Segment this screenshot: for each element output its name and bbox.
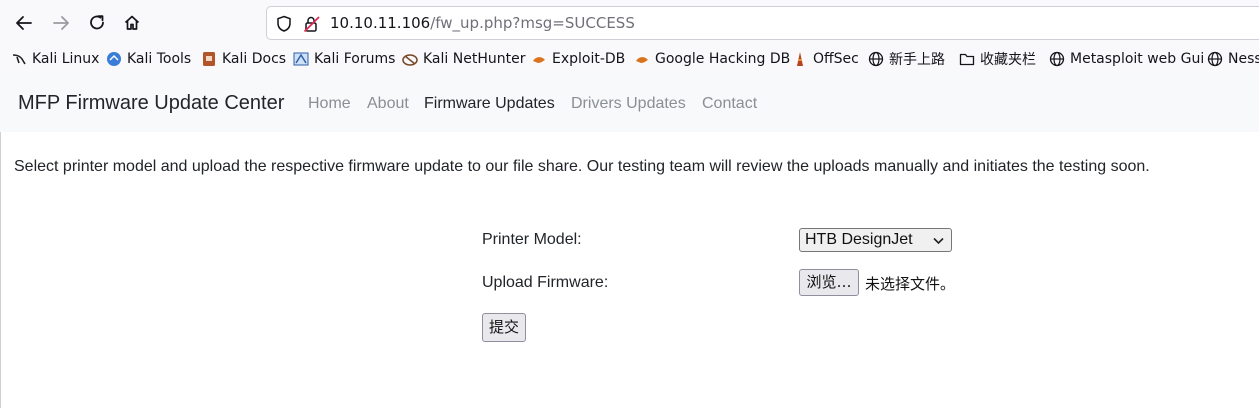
printer-model-label: Printer Model: <box>482 231 582 248</box>
nav-link-home[interactable]: Home <box>308 95 351 113</box>
nav-link-contact[interactable]: Contact <box>702 95 757 113</box>
bookmark-label: Google Hacking DB <box>655 51 791 67</box>
home-button[interactable] <box>118 9 146 37</box>
bookmark-label: OffSec <box>813 51 859 67</box>
bookmark-ness[interactable]: Ness <box>1207 50 1259 68</box>
url-text[interactable]: 10.10.11.106/fw_up.php?msg=SUCCESS <box>330 14 635 32</box>
bookmark-label: Metasploit web Gui <box>1070 51 1205 67</box>
globe-icon <box>1207 51 1223 67</box>
nav-link-drivers-updates[interactable]: Drivers Updates <box>571 95 686 113</box>
url-host: 10.10.11.106 <box>330 14 431 32</box>
bookmark-label: Exploit-DB <box>552 51 626 67</box>
back-button[interactable] <box>10 9 38 37</box>
shield-icon[interactable] <box>276 15 292 37</box>
globe-icon <box>1049 51 1065 67</box>
forward-button[interactable] <box>47 9 75 37</box>
kali-dragon-icon <box>11 51 27 67</box>
upload-firmware-label: Upload Firmware: <box>482 274 609 291</box>
bookmark-xinshou[interactable]: 新手上路 <box>868 50 945 68</box>
globe-icon <box>868 51 884 67</box>
chevron-down-icon <box>933 237 944 245</box>
kali-tools-icon <box>106 51 122 67</box>
offsec-icon <box>792 51 808 67</box>
bookmark-google-hacking-db[interactable]: Google Hacking DB <box>634 50 790 68</box>
kali-forums-icon <box>293 51 309 67</box>
reload-button[interactable] <box>83 9 111 37</box>
submit-button[interactable]: 提交 <box>482 313 526 342</box>
ghdb-icon <box>634 51 650 67</box>
site-navbar: MFP Firmware Update Center Home About Fi… <box>0 72 1259 132</box>
intro-text: Select printer model and upload the resp… <box>14 158 1150 175</box>
bookmark-kali-nethunter[interactable]: Kali NetHunter <box>402 50 525 68</box>
arrow-left-icon <box>16 16 32 30</box>
browser-toolbar: 10.10.11.106/fw_up.php?msg=SUCCESS <box>0 0 1259 46</box>
bookmark-kali-forums[interactable]: Kali Forums <box>293 50 395 68</box>
bookmark-exploit-db[interactable]: Exploit-DB <box>531 50 625 68</box>
bookmark-favorites-folder[interactable]: 收藏夹栏 <box>959 50 1036 68</box>
bookmark-label: Kali Tools <box>127 51 192 67</box>
bookmarks-bar: Kali Linux Kali Tools Kali Docs Kali For… <box>0 46 1259 72</box>
bookmark-metasploit[interactable]: Metasploit web Gui <box>1049 50 1204 68</box>
insecure-lock-icon[interactable] <box>303 15 321 38</box>
folder-icon <box>959 51 975 67</box>
url-bar[interactable]: 10.10.11.106/fw_up.php?msg=SUCCESS <box>266 6 1259 40</box>
kali-docs-icon <box>201 51 217 67</box>
nethunter-icon <box>402 51 418 67</box>
bookmark-label: Ness <box>1228 51 1259 67</box>
reload-icon <box>90 15 104 30</box>
bookmark-label: 收藏夹栏 <box>980 52 1036 68</box>
arrow-right-icon <box>53 16 69 30</box>
bookmark-label: Kali Forums <box>314 51 396 67</box>
home-icon <box>124 15 140 30</box>
no-file-selected-text: 未选择文件。 <box>865 275 956 293</box>
bookmark-label: Kali Linux <box>32 51 100 67</box>
page-edge <box>0 132 1 408</box>
nav-link-about[interactable]: About <box>367 95 409 113</box>
printer-model-value: HTB DesignJet <box>805 231 913 248</box>
bookmark-label: Kali Docs <box>222 51 287 67</box>
site-brand[interactable]: MFP Firmware Update Center <box>18 92 284 115</box>
bookmark-offsec[interactable]: OffSec <box>792 50 859 68</box>
exploit-db-icon <box>531 51 547 67</box>
printer-model-select[interactable]: HTB DesignJet <box>799 228 952 252</box>
bookmark-kali-docs[interactable]: Kali Docs <box>201 50 286 68</box>
url-path: /fw_up.php?msg=SUCCESS <box>430 14 635 32</box>
bookmark-kali-tools[interactable]: Kali Tools <box>106 50 191 68</box>
browse-file-button[interactable]: 浏览… <box>799 269 859 296</box>
nav-link-firmware-updates[interactable]: Firmware Updates <box>424 95 555 113</box>
bookmark-label: Kali NetHunter <box>423 51 526 67</box>
bookmark-label: 新手上路 <box>889 52 945 68</box>
bookmark-kali-linux[interactable]: Kali Linux <box>11 50 99 68</box>
